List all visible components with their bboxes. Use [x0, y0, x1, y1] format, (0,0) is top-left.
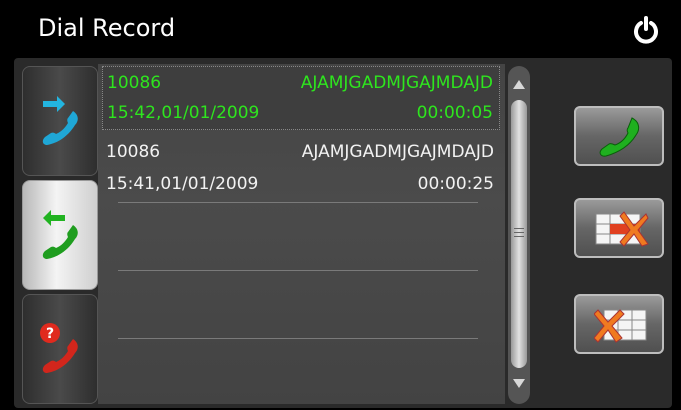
record-number: 10086	[107, 73, 162, 93]
header-bar: Dial Record	[8, 6, 672, 58]
missed-call-icon: ?	[40, 323, 78, 373]
record-number: 10086	[106, 142, 161, 162]
delete-all-icon	[594, 309, 647, 343]
record-row-selected[interactable]: 10086 AJAMJGADMJGAJMDAJD 15:42,01/01/200…	[102, 66, 500, 130]
record-row[interactable]: 10086 AJAMJGADMJGAJMDAJD 15:41,01/01/200…	[102, 136, 500, 200]
delete-one-icon	[595, 211, 649, 247]
phone-icon	[599, 117, 640, 157]
delete-record-button[interactable]	[574, 198, 664, 258]
record-duration: 00:00:05	[416, 103, 493, 123]
record-datetime: 15:41,01/01/2009	[106, 174, 259, 194]
record-name: AJAMJGADMJGAJMDAJD	[301, 142, 494, 162]
svg-text:?: ?	[46, 326, 54, 342]
tab-missed-calls[interactable]: ?	[22, 294, 98, 404]
row-divider	[118, 202, 478, 203]
scroll-down-arrow[interactable]	[513, 379, 525, 388]
outgoing-call-icon	[42, 96, 78, 145]
incoming-call-icon	[42, 210, 78, 259]
scroll-thumb[interactable]	[511, 100, 527, 368]
record-datetime: 15:42,01/01/2009	[107, 103, 260, 123]
call-button[interactable]	[574, 106, 664, 166]
list-scrollbar[interactable]	[508, 66, 530, 404]
row-divider	[118, 270, 478, 271]
power-icon[interactable]	[632, 16, 660, 44]
record-name: AJAMJGADMJGAJMDAJD	[300, 73, 493, 93]
row-divider	[118, 338, 478, 339]
delete-all-button[interactable]	[574, 294, 664, 354]
record-duration: 00:00:25	[417, 174, 494, 194]
tab-received-calls[interactable]	[22, 180, 98, 290]
dial-record-list: 10086 AJAMJGADMJGAJMDAJD 15:42,01/01/200…	[98, 64, 505, 404]
scroll-up-arrow[interactable]	[513, 80, 525, 89]
tab-dialed-calls[interactable]	[22, 66, 98, 176]
page-title: Dial Record	[38, 14, 176, 42]
